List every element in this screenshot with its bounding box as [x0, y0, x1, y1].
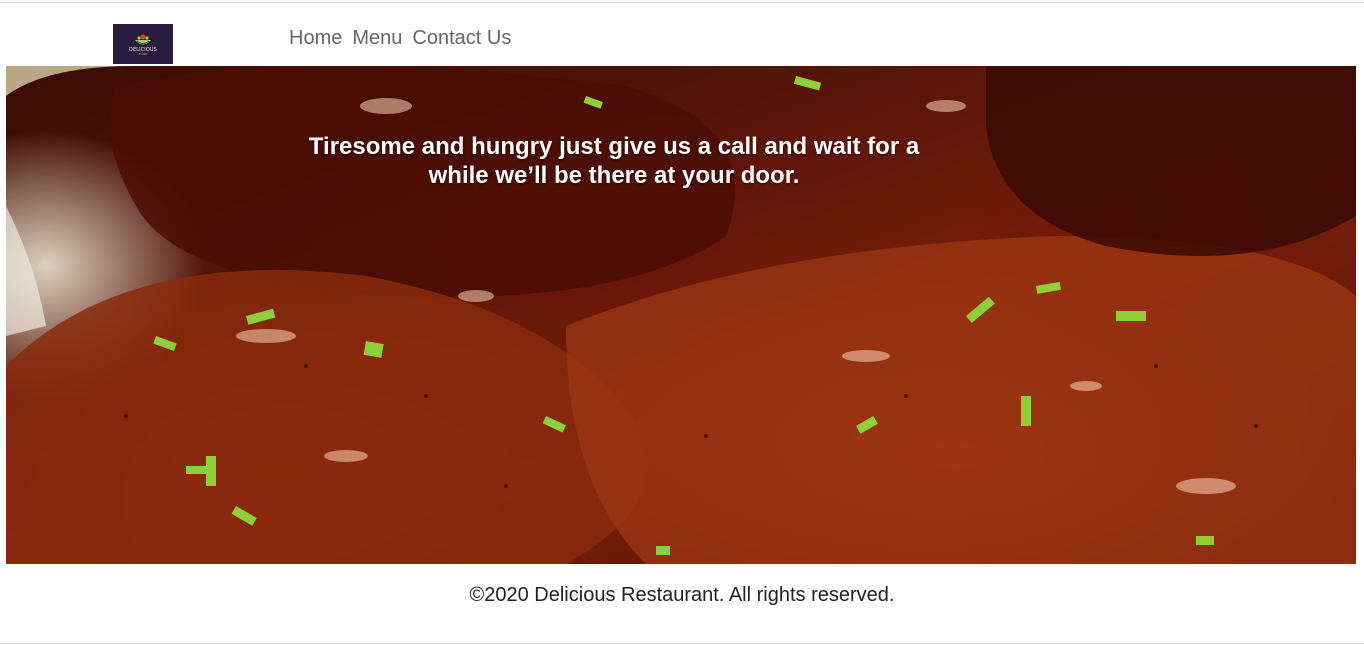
nav-contact-link[interactable]: Contact Us [412, 27, 511, 50]
bowl-icon [135, 34, 151, 44]
main-nav: Home Menu Contact Us [289, 27, 511, 50]
nav-menu-link[interactable]: Menu [352, 27, 402, 50]
hero-banner: Tiresome and hungry just give us a call … [6, 66, 1356, 564]
bottom-divider [0, 643, 1364, 644]
site-header: DELICIOUS FOOD Home Menu Contact Us [0, 3, 1364, 66]
copyright-text: ©2020 Delicious Restaurant. All rights r… [469, 584, 895, 606]
nav-home-link[interactable]: Home [289, 27, 342, 50]
logo-tagline: FOOD [138, 51, 148, 56]
logo[interactable]: DELICIOUS FOOD [113, 24, 173, 64]
hero-headline: Tiresome and hungry just give us a call … [308, 133, 920, 189]
site-footer: ©2020 Delicious Restaurant. All rights r… [0, 584, 1364, 607]
